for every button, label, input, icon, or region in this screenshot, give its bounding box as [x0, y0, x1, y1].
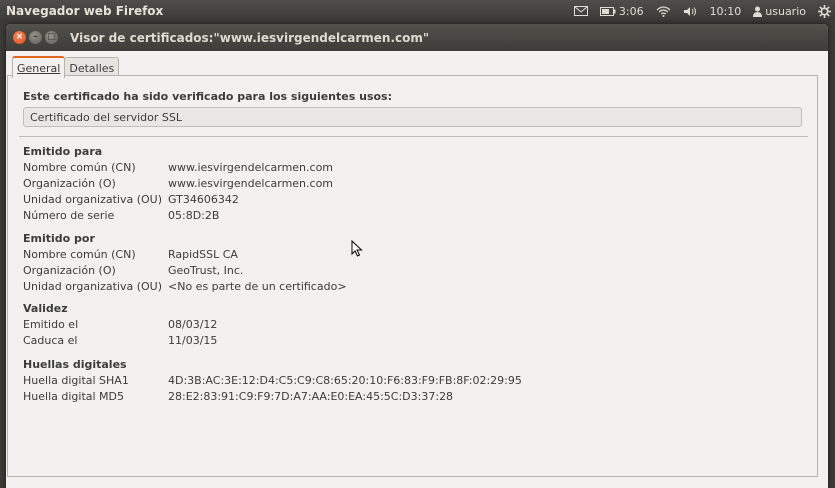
row-value: www.iesvirgendelcarmen.com	[168, 176, 334, 190]
dialog-title: Visor de certificados:"www.iesvirgendelc…	[70, 30, 430, 45]
validity-heading: Validez	[23, 301, 68, 315]
row-value: GT34606342	[168, 192, 239, 206]
info-row: Unidad organizativa (OU) <No es parte de…	[23, 278, 347, 294]
row-value: 08/03/12	[168, 317, 218, 331]
close-icon[interactable]: ×	[13, 31, 26, 44]
app-title: Navegador web Firefox	[6, 4, 164, 18]
info-row: Nombre común (CN) www.iesvirgendelcarmen…	[23, 159, 333, 175]
row-label: Nombre común (CN)	[23, 160, 136, 174]
info-row: Número de serie 05:8D:2B	[23, 207, 333, 223]
row-label: Huella digital MD5	[23, 389, 125, 403]
separator	[19, 136, 808, 137]
row-label: Unidad organizativa (OU)	[23, 279, 163, 293]
issued-to-section: Emitido para Nombre común (CN) www.iesvi…	[23, 143, 333, 223]
row-value: 11/03/15	[168, 333, 218, 347]
row-value: 28:E2:83:91:C9:F9:7D:A7:AA:E0:EA:45:5C:D…	[168, 389, 454, 403]
mail-icon[interactable]	[573, 6, 588, 16]
issued-by-section: Emitido por Nombre común (CN) RapidSSL C…	[23, 230, 347, 294]
indicator-area: 3:06 10:10 usuario	[562, 4, 835, 18]
battery-indicator[interactable]: 3:06	[599, 4, 644, 18]
info-row: Organización (O) GeoTrust, Inc.	[23, 262, 347, 278]
fingerprints-section: Huellas digitales Huella digital SHA1 4D…	[23, 356, 522, 404]
row-value: RapidSSL CA	[168, 247, 238, 261]
row-value: www.iesvirgendelcarmen.com	[168, 160, 334, 174]
info-row: Unidad organizativa (OU) GT34606342	[23, 191, 333, 207]
row-label: Organización (O)	[23, 263, 116, 277]
row-value: 05:8D:2B	[168, 208, 220, 222]
info-row: Caduca el 11/03/15	[23, 332, 217, 348]
gear-icon[interactable]	[818, 4, 831, 18]
user-icon	[753, 6, 763, 17]
volume-icon[interactable]	[683, 6, 698, 17]
info-row: Emitido el 08/03/12	[23, 316, 217, 332]
row-label: Nombre común (CN)	[23, 247, 136, 261]
row-label: Huella digital SHA1	[23, 373, 129, 387]
usage-heading: Este certificado ha sido verificado para…	[23, 90, 392, 103]
clock[interactable]: 10:10	[710, 5, 742, 18]
general-tab-panel: Este certificado ha sido verificado para…	[7, 75, 818, 477]
issued-to-heading: Emitido para	[23, 144, 103, 158]
info-row: Huella digital MD5 28:E2:83:91:C9:F9:7D:…	[23, 388, 522, 404]
row-label: Número de serie	[23, 208, 115, 222]
row-label: Organización (O)	[23, 176, 116, 190]
row-label: Unidad organizativa (OU)	[23, 192, 163, 206]
row-value: GeoTrust, Inc.	[168, 263, 244, 277]
fingerprints-heading: Huellas digitales	[23, 357, 127, 371]
issued-by-heading: Emitido por	[23, 231, 95, 245]
usage-box: Certificado del servidor SSL	[23, 107, 802, 127]
row-label: Caduca el	[23, 333, 78, 347]
row-value: 4D:3B:AC:3E:12:D4:C5:C9:C8:65:20:10:F6:8…	[168, 373, 522, 387]
info-row: Organización (O) www.iesvirgendelcarmen.…	[23, 175, 333, 191]
user-name: usuario	[765, 4, 806, 18]
battery-time: 3:06	[618, 4, 644, 18]
usage-value: Certificado del servidor SSL	[30, 110, 182, 124]
user-menu[interactable]: usuario	[753, 5, 806, 18]
maximize-icon[interactable]: □	[45, 31, 58, 44]
wifi-icon[interactable]	[656, 5, 671, 17]
dialog-titlebar[interactable]: × – □ Visor de certificados:"www.iesvirg…	[6, 24, 828, 51]
row-value: <No es parte de un certificado>	[168, 279, 347, 293]
mouse-pointer-icon	[351, 239, 363, 260]
battery-icon	[599, 6, 616, 16]
minimize-icon[interactable]: –	[29, 31, 42, 44]
validity-section: Validez Emitido el 08/03/12 Caduca el 11…	[23, 300, 217, 348]
info-row: Huella digital SHA1 4D:3B:AC:3E:12:D4:C5…	[23, 372, 522, 388]
tab-general[interactable]: General	[12, 56, 66, 78]
row-label: Emitido el	[23, 317, 79, 331]
info-row: Nombre común (CN) RapidSSL CA	[23, 246, 347, 262]
top-panel: Navegador web Firefox 3:06 10:10 usuario	[0, 0, 835, 22]
